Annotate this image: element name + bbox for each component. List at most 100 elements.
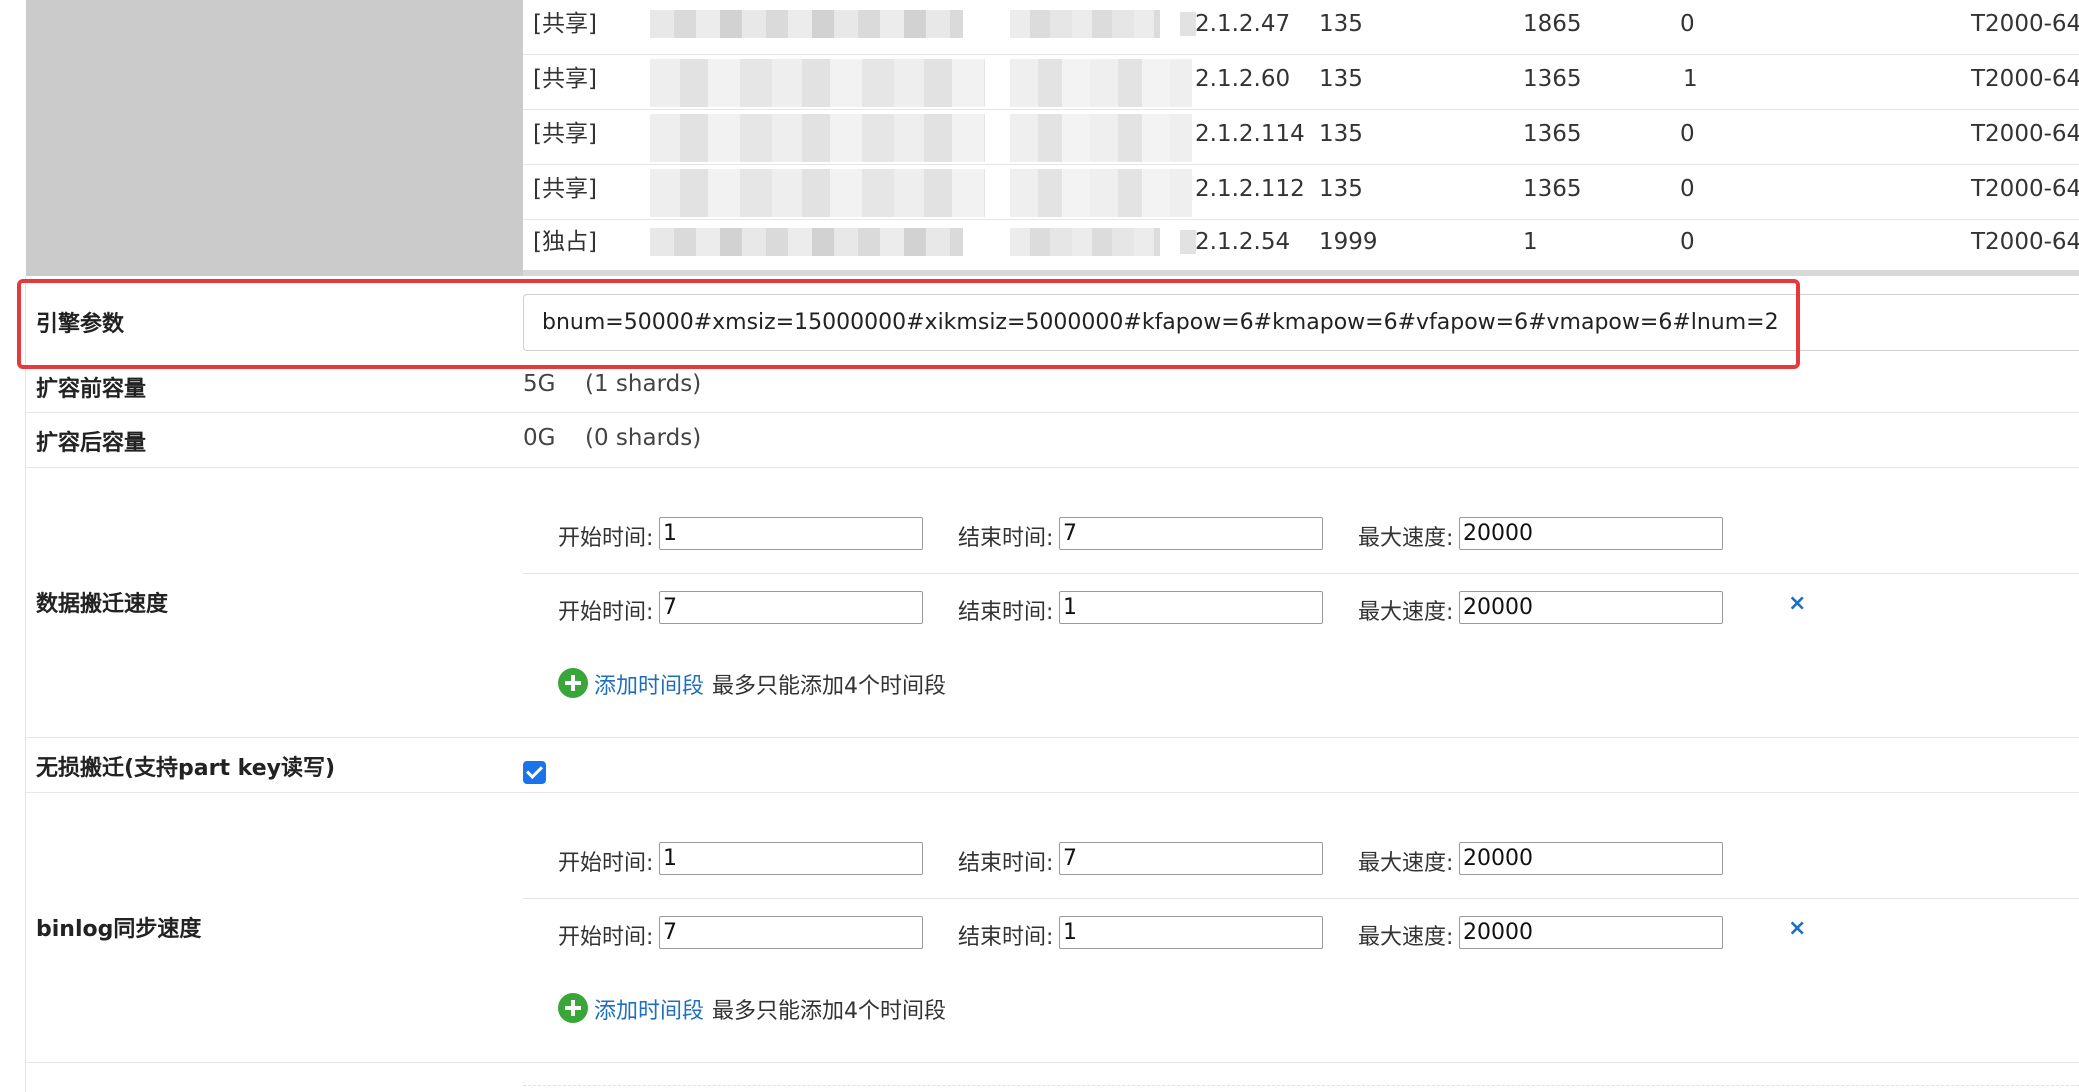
start-time-label: 开始时间:: [558, 925, 654, 950]
plus-circle-icon: [558, 993, 588, 1023]
blurred-name: [650, 169, 985, 217]
start-time-label: 开始时间:: [558, 600, 654, 625]
capacity-after-row: 扩容后容量 0G (0 shards): [26, 413, 2079, 468]
instance-col2: 1865: [1523, 11, 1582, 37]
instance-col3: 0: [1680, 121, 1695, 147]
instance-model: T2000-64: [1971, 66, 2079, 92]
end-time-input[interactable]: 7: [1059, 517, 1323, 550]
blurred-host: [1010, 10, 1160, 38]
instance-ip: 2.1.2.60: [1195, 66, 1291, 92]
instance-col2: 1365: [1523, 121, 1582, 147]
blurred-host: [1010, 169, 1192, 217]
blurred-name: [650, 59, 985, 107]
binlog-segment-2: 开始时间: 7 结束时间: 1 最大速度: 20000 ×: [523, 899, 2079, 973]
instance-col2: 1365: [1523, 66, 1582, 92]
start-time-input[interactable]: 7: [659, 591, 923, 624]
max-speed-label: 最大速度:: [1358, 526, 1454, 551]
capacity-after-size: 0G: [523, 425, 556, 451]
table-row: [共享] 2.1.2.114 135 1365 0 T2000-64: [523, 110, 2079, 165]
end-time-label: 结束时间:: [958, 526, 1054, 551]
instance-col1: 135: [1319, 121, 1363, 147]
end-time-label: 结束时间:: [958, 925, 1054, 950]
instance-col1: 135: [1319, 11, 1363, 37]
table-row: [独占] 2.1.2.54 1999 1 0 T2000-64: [523, 218, 2079, 273]
instance-col1: 135: [1319, 66, 1363, 92]
max-speed-input[interactable]: 20000: [1459, 916, 1723, 949]
binlog-speed-label: binlog同步速度: [36, 917, 202, 942]
instance-tag: [共享]: [533, 121, 597, 147]
instance-tag: [共享]: [533, 176, 597, 202]
binlog-segment-1: 开始时间: 1 结束时间: 7 最大速度: 20000: [523, 825, 2079, 899]
instance-col2: 1: [1523, 229, 1538, 255]
capacity-before-label: 扩容前容量: [36, 377, 147, 402]
blurred-host: [1010, 114, 1192, 162]
add-segment-hint: 最多只能添加4个时间段: [712, 674, 946, 699]
instance-model: T2000-64: [1971, 229, 2079, 255]
end-time-input[interactable]: 1: [1059, 591, 1323, 624]
instance-col3: 0: [1680, 229, 1695, 255]
instance-col2: 1365: [1523, 176, 1582, 202]
max-speed-input[interactable]: 20000: [1459, 517, 1723, 550]
max-speed-input[interactable]: 20000: [1459, 591, 1723, 624]
blurred-ip-prefix: [1180, 230, 1196, 254]
instance-table: [共享] 2.1.2.47 135 1865 0 T2000-64 [共享] 2…: [523, 0, 2079, 276]
max-speed-input[interactable]: 20000: [1459, 842, 1723, 875]
blurred-name: [650, 10, 963, 38]
instance-tag: [共享]: [533, 11, 597, 37]
capacity-before-row: 扩容前容量 5G (1 shards): [26, 370, 2079, 413]
table-row: [共享] 2.1.2.47 135 1865 0 T2000-64: [523, 0, 2079, 55]
next-row-border: [523, 1085, 2079, 1087]
blurred-host: [1010, 228, 1160, 256]
table-row: [共享] 2.1.2.60 135 1365 1 T2000-64: [523, 55, 2079, 110]
start-time-input[interactable]: 7: [659, 916, 923, 949]
remove-segment-button[interactable]: ×: [1788, 916, 1806, 941]
instance-col1: 1999: [1319, 229, 1378, 255]
end-time-input[interactable]: 7: [1059, 842, 1323, 875]
capacity-before-shards: (1 shards): [585, 371, 702, 397]
instance-col3: 0: [1680, 176, 1695, 202]
end-time-label: 结束时间:: [958, 851, 1054, 876]
instance-tag: [独占]: [533, 229, 597, 255]
lossless-label: 无损搬迁(支持part key读写): [36, 756, 336, 781]
binlog-speed-row: binlog同步速度 开始时间: 1 结束时间: 7 最大速度: 20000 开…: [26, 793, 2079, 1063]
migrate-speed-label: 数据搬迁速度: [36, 592, 169, 617]
capacity-before-size: 5G: [523, 371, 556, 397]
instance-col1: 135: [1319, 176, 1363, 202]
add-segment-text[interactable]: 添加时间段: [594, 668, 704, 700]
max-speed-label: 最大速度:: [1358, 851, 1454, 876]
instance-ip: 2.1.2.54: [1195, 229, 1291, 255]
instance-ip: 2.1.2.114: [1195, 121, 1305, 147]
remove-segment-button[interactable]: ×: [1788, 591, 1806, 616]
start-time-label: 开始时间:: [558, 526, 654, 551]
start-time-input[interactable]: 1: [659, 842, 923, 875]
blurred-name: [650, 114, 985, 162]
end-time-input[interactable]: 1: [1059, 916, 1323, 949]
left-panel-fill: [26, 0, 523, 276]
page-root: [共享] 2.1.2.47 135 1865 0 T2000-64 [共享] 2…: [0, 0, 2079, 1092]
instance-col3: 1: [1683, 66, 1698, 92]
capacity-after-shards: (0 shards): [585, 425, 702, 451]
highlight-annotation: [17, 279, 1800, 369]
instance-model: T2000-64: [1971, 11, 2079, 37]
instance-model: T2000-64: [1971, 121, 2079, 147]
migrate-speed-row: 数据搬迁速度 开始时间: 1 结束时间: 7 最大速度: 20000 开始时间:…: [26, 468, 2079, 738]
blurred-ip-prefix: [1180, 12, 1196, 36]
table-row: [共享] 2.1.2.112 135 1365 0 T2000-64: [523, 165, 2079, 220]
migrate-segment-1: 开始时间: 1 结束时间: 7 最大速度: 20000: [523, 500, 2079, 574]
instance-model: T2000-64: [1971, 176, 2079, 202]
plus-circle-icon: [558, 668, 588, 698]
instance-ip: 2.1.2.112: [1195, 176, 1305, 202]
left-panel: [0, 0, 523, 276]
instance-ip: 2.1.2.47: [1195, 11, 1291, 37]
capacity-after-label: 扩容后容量: [36, 431, 147, 456]
max-speed-label: 最大速度:: [1358, 925, 1454, 950]
blurred-name: [650, 228, 963, 256]
instance-col3: 0: [1680, 11, 1695, 37]
lossless-checkbox[interactable]: [523, 761, 546, 784]
blurred-host: [1010, 59, 1192, 107]
start-time-input[interactable]: 1: [659, 517, 923, 550]
lossless-row: 无损搬迁(支持part key读写): [26, 738, 2079, 793]
instance-tag: [共享]: [533, 66, 597, 92]
add-segment-text[interactable]: 添加时间段: [594, 993, 704, 1025]
add-segment-hint: 最多只能添加4个时间段: [712, 999, 946, 1024]
